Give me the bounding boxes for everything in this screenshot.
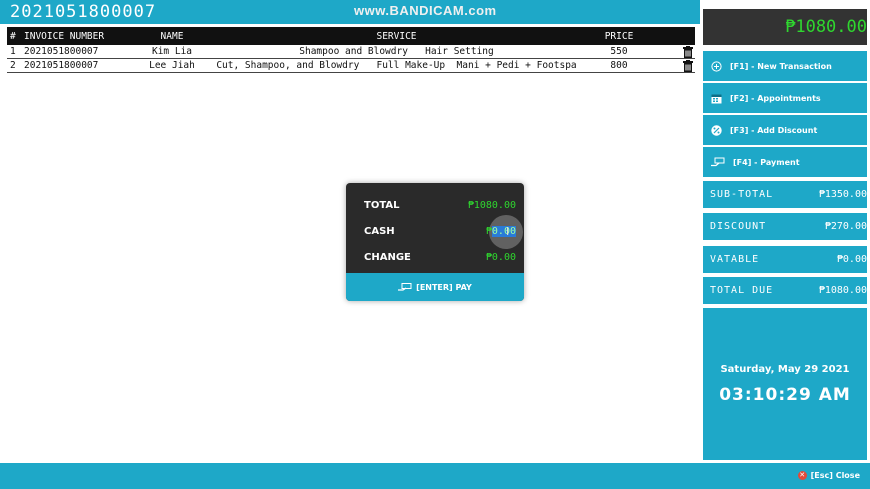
recorder-watermark: www.BANDICAM.com xyxy=(354,3,497,18)
plus-circle-icon xyxy=(711,60,722,72)
table-row[interactable]: 2 2021051800007 Lee Jiah Cut, Shampoo, a… xyxy=(7,59,695,73)
add-discount-label: [F3] - Add Discount xyxy=(730,125,818,135)
subtotal-label: SUB-TOTAL xyxy=(710,189,774,200)
cash-value: 0.00 xyxy=(491,226,516,237)
row-price: 800 xyxy=(610,60,628,71)
invoice-number-title: 2021051800007 xyxy=(10,2,157,22)
change-value: ₱0.00 xyxy=(485,252,516,263)
percent-icon xyxy=(711,124,722,136)
total-row: TOTAL ₱1080.00 xyxy=(364,200,516,214)
change-row: CHANGE ₱0.00 xyxy=(364,252,516,266)
pay-label: [ENTER] PAY xyxy=(416,282,472,292)
cash-input[interactable]: ₱0.00 xyxy=(486,226,516,237)
trash-icon[interactable] xyxy=(683,60,693,72)
col-invoice-number: INVOICE NUMBER xyxy=(24,30,105,42)
payment-button[interactable]: [F4] - Payment xyxy=(703,147,867,177)
calendar-icon xyxy=(711,94,722,103)
col-price: PRICE xyxy=(604,30,634,42)
close-button[interactable]: ✕ [Esc] Close xyxy=(797,471,860,480)
current-time: 03:10:29 AM xyxy=(719,385,851,405)
col-service: SERVICE xyxy=(376,30,417,42)
new-transaction-label: [F1] - New Transaction xyxy=(730,61,832,71)
cash-row: CASH ₱0.00 xyxy=(364,226,516,240)
right-panel: ₱1080.00 [F1] - New Transaction [F2] - A… xyxy=(700,0,870,463)
current-date: Saturday, May 29 2021 xyxy=(720,364,850,375)
total-due-value: ₱1080.00 xyxy=(818,285,867,296)
payment-dialog: TOTAL ₱1080.00 CASH ₱0.00 I CHANGE ₱0.00… xyxy=(346,183,524,301)
cash-label: CASH xyxy=(364,226,395,237)
row-service: Cut, Shampoo, and Blowdry Full Make-Up M… xyxy=(216,60,577,71)
vatable-row: VATABLE ₱0.00 xyxy=(703,246,867,273)
datetime-panel: Saturday, May 29 2021 03:10:29 AM xyxy=(703,308,867,460)
new-transaction-button[interactable]: [F1] - New Transaction xyxy=(703,51,867,81)
total-due-label: TOTAL DUE xyxy=(710,285,774,296)
row-number: 2 xyxy=(10,60,16,71)
total-due-row: TOTAL DUE ₱1080.00 xyxy=(703,277,867,304)
subtotal-row: SUB-TOTAL ₱1350.00 xyxy=(703,181,867,208)
row-name: Kim Lia xyxy=(151,46,193,57)
subtotal-value: ₱1350.00 xyxy=(818,189,867,200)
discount-value: ₱270.00 xyxy=(824,221,867,232)
bottom-bar: ✕ [Esc] Close xyxy=(0,463,870,489)
col-number: # xyxy=(10,30,16,42)
row-invoice: 2021051800007 xyxy=(24,60,99,71)
row-service: Shampoo and Blowdry Hair Setting xyxy=(299,46,494,57)
order-table: # INVOICE NUMBER NAME SERVICE PRICE 1 20… xyxy=(7,27,695,73)
row-price: 550 xyxy=(610,46,628,57)
top-bar: 2021051800007 www.BANDICAM.com xyxy=(0,0,700,24)
close-icon: ✕ xyxy=(797,471,807,480)
vatable-label: VATABLE xyxy=(710,254,760,265)
discount-row: DISCOUNT ₱270.00 xyxy=(703,213,867,240)
total-label: TOTAL xyxy=(364,200,400,211)
total-display: ₱1080.00 xyxy=(703,9,867,45)
add-discount-button[interactable]: [F3] - Add Discount xyxy=(703,115,867,145)
row-name: Lee Jiah xyxy=(149,60,195,71)
payment-label: [F4] - Payment xyxy=(733,157,800,167)
table-header: # INVOICE NUMBER NAME SERVICE PRICE xyxy=(7,27,695,45)
cash-currency: ₱ xyxy=(485,226,492,237)
cash-hand-icon xyxy=(398,282,412,291)
pay-button[interactable]: [ENTER] PAY xyxy=(346,273,524,301)
col-name: NAME xyxy=(160,30,184,42)
trash-icon[interactable] xyxy=(683,46,693,58)
close-label: [Esc] Close xyxy=(810,471,860,480)
appointments-button[interactable]: [F2] - Appointments xyxy=(703,83,867,113)
discount-label: DISCOUNT xyxy=(710,221,767,232)
total-display-value: ₱1080.00 xyxy=(785,17,867,37)
total-value: ₱1080.00 xyxy=(467,200,516,211)
row-number: 1 xyxy=(10,46,16,57)
text-cursor-icon: I xyxy=(506,225,510,238)
vatable-value: ₱0.00 xyxy=(836,254,867,265)
table-row[interactable]: 1 2021051800007 Kim Lia Shampoo and Blow… xyxy=(7,45,695,59)
change-label: CHANGE xyxy=(364,252,411,263)
row-invoice: 2021051800007 xyxy=(24,46,99,57)
cash-hand-icon xyxy=(711,157,725,166)
appointments-label: [F2] - Appointments xyxy=(730,93,821,103)
